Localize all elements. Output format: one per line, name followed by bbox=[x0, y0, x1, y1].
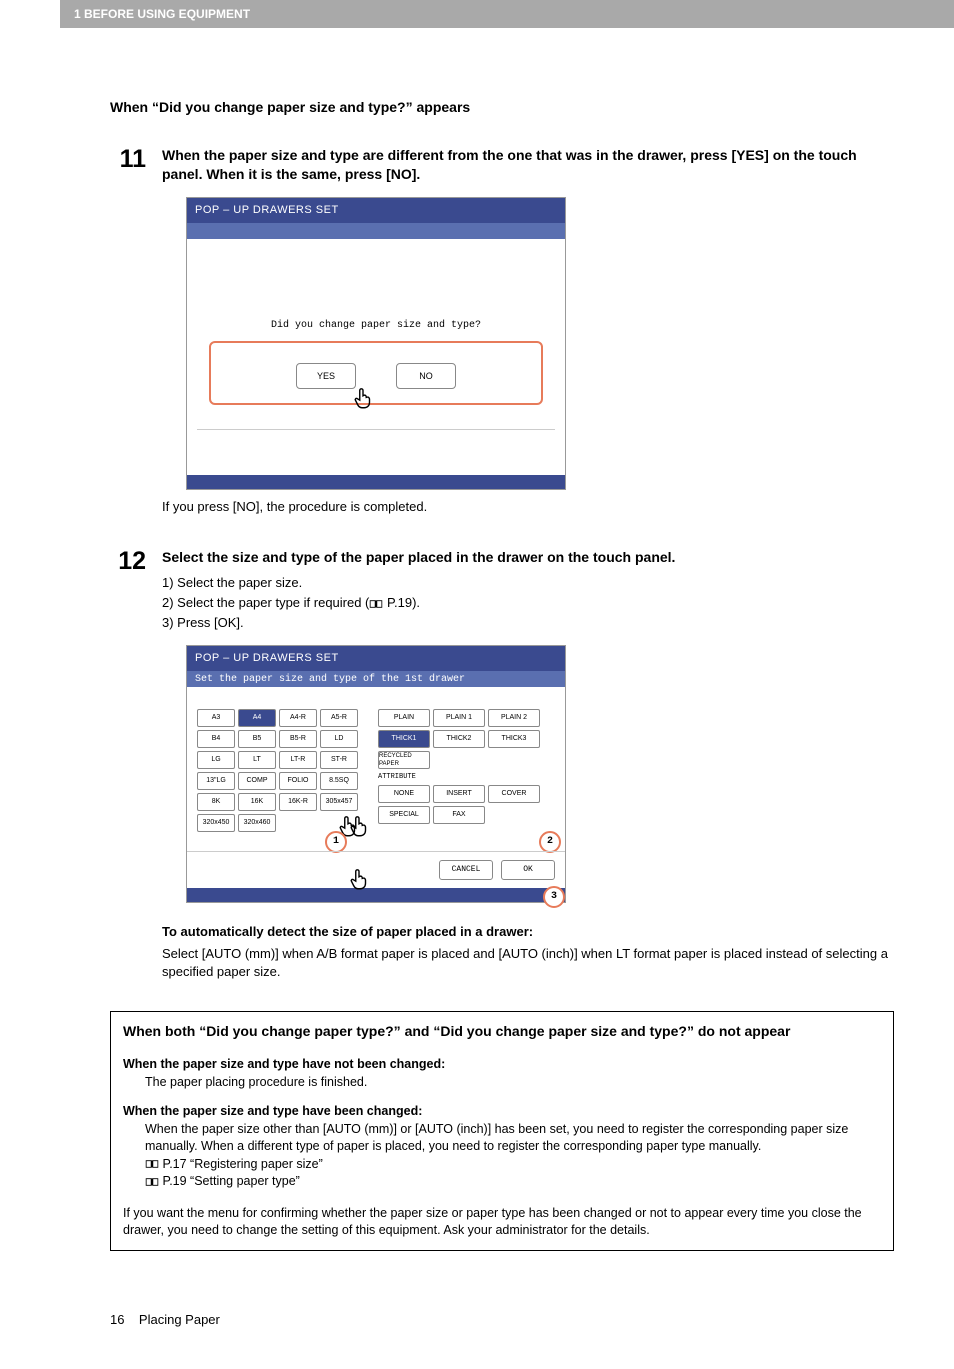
size-a5r[interactable]: A5-R bbox=[320, 709, 358, 727]
yes-button[interactable]: YES bbox=[296, 363, 356, 389]
book-icon bbox=[145, 1177, 159, 1187]
popup2-sub: Set the paper size and type of the 1st d… bbox=[187, 671, 565, 687]
page-footer: 16 Placing Paper bbox=[110, 1311, 894, 1369]
step-number-12: 12 bbox=[110, 548, 146, 981]
popup-prompt: Did you change paper size and type? bbox=[197, 319, 555, 333]
note-ref-2: P.19 “Setting paper type” bbox=[145, 1173, 881, 1191]
page-content: When “Did you change paper size and type… bbox=[110, 28, 894, 1369]
callout-2: 2 bbox=[539, 831, 561, 853]
size-a4[interactable]: A4 bbox=[238, 709, 276, 727]
note-sub-1: When the paper size and type have not be… bbox=[123, 1056, 881, 1074]
highlighted-buttons: YES NO bbox=[209, 341, 543, 405]
screenshot-size-type: POP – UP DRAWERS SET Set the paper size … bbox=[186, 645, 566, 903]
no-button[interactable]: NO bbox=[396, 363, 456, 389]
hand-pointer-icon bbox=[346, 813, 551, 849]
popup-title: POP – UP DRAWERS SET bbox=[187, 198, 565, 223]
step-11-caption: If you press [NO], the procedure is comp… bbox=[162, 498, 894, 516]
page-number: 16 bbox=[110, 1312, 124, 1327]
step-12-item-1: 1) Select the paper size. bbox=[162, 574, 894, 592]
footer-title: Placing Paper bbox=[139, 1312, 220, 1327]
callout-3: 3 bbox=[543, 886, 565, 908]
note-sub-2: When the paper size and type have been c… bbox=[123, 1103, 881, 1121]
attribute-label: ATTRIBUTE bbox=[378, 773, 555, 783]
size-a3[interactable]: A3 bbox=[197, 709, 235, 727]
chapter-label: 1 BEFORE USING EQUIPMENT bbox=[74, 7, 250, 21]
screenshot-popup-yesno: POP – UP DRAWERS SET Did you change pape… bbox=[186, 197, 566, 490]
note-text-1: The paper placing procedure is finished. bbox=[145, 1074, 881, 1092]
popup-sub bbox=[187, 223, 565, 239]
step-12: 12 Select the size and type of the paper… bbox=[110, 548, 894, 981]
auto-detect-text: Select [AUTO (mm)] when A/B format paper… bbox=[162, 945, 894, 981]
note-ref-1: P.17 “Registering paper size” bbox=[145, 1156, 881, 1174]
step-number-11: 11 bbox=[110, 146, 146, 541]
hand-pointer-icon bbox=[346, 866, 555, 902]
note-text-2: When the paper size other than [AUTO (mm… bbox=[145, 1121, 881, 1156]
step-12-title: Select the size and type of the paper pl… bbox=[162, 548, 894, 568]
popup2-title: POP – UP DRAWERS SET bbox=[187, 646, 565, 671]
step-11: 11 When the paper size and type are diff… bbox=[110, 146, 894, 541]
size-a4r[interactable]: A4-R bbox=[279, 709, 317, 727]
note-box: When both “Did you change paper type?” a… bbox=[110, 1011, 894, 1250]
step-12-list: 1) Select the paper size. 2) Select the … bbox=[162, 574, 894, 633]
section-heading: When “Did you change paper size and type… bbox=[110, 98, 894, 118]
book-icon bbox=[369, 599, 383, 609]
book-icon bbox=[145, 1159, 159, 1169]
step-11-title: When the paper size and type are differe… bbox=[162, 146, 894, 185]
note-final: If you want the menu for confirming whet… bbox=[123, 1205, 881, 1240]
auto-detect-heading: To automatically detect the size of pape… bbox=[162, 923, 894, 941]
step-12-item-3: 3) Press [OK]. bbox=[162, 614, 894, 632]
hand-pointer-icon bbox=[350, 385, 376, 421]
note-box-title: When both “Did you change paper type?” a… bbox=[123, 1022, 881, 1042]
step-12-item-2: 2) Select the paper type if required ( P… bbox=[162, 594, 894, 612]
chapter-header: 1 BEFORE USING EQUIPMENT bbox=[60, 0, 954, 28]
callout-1: 1 bbox=[325, 831, 347, 853]
